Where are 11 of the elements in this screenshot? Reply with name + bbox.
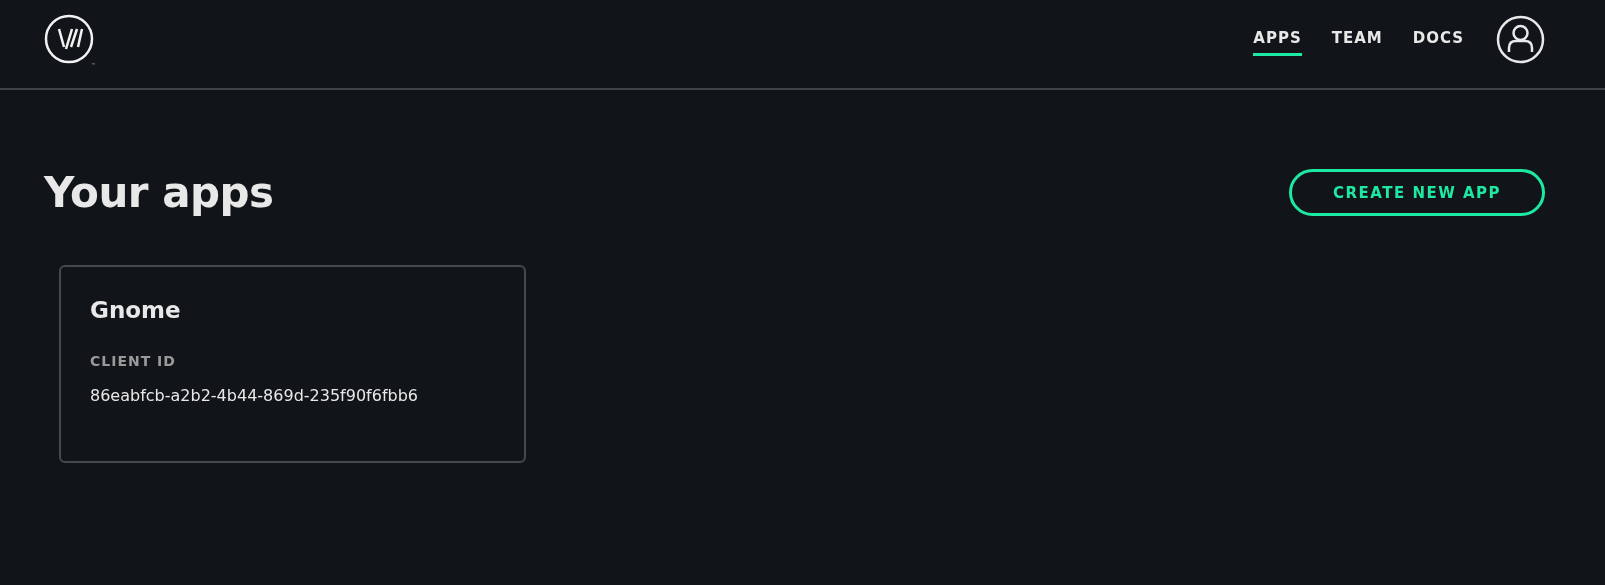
nav-tab[interactable]: DOCS bbox=[1412, 22, 1464, 56]
field-label: CLIENT ID bbox=[90, 353, 177, 369]
nav-tab[interactable]: TEAM bbox=[1331, 22, 1383, 56]
create-new-app-button[interactable]: CREATE NEW APP bbox=[1289, 169, 1545, 216]
logo-icon[interactable] bbox=[44, 14, 94, 64]
user-avatar-icon[interactable] bbox=[1496, 14, 1545, 64]
nav-tab[interactable]: APPS bbox=[1253, 22, 1302, 56]
page-title: Your apps bbox=[44, 168, 274, 217]
app-card[interactable]: Gnome CLIENT ID 86eabfcb-a2b2-4b44-869d-235f90f6fbb6 bbox=[59, 265, 526, 463]
app-name: Gnome bbox=[90, 297, 182, 323]
client-id: 86eabfcb-a2b2-4b44-869d-235f90f6fbb6 bbox=[90, 386, 420, 405]
